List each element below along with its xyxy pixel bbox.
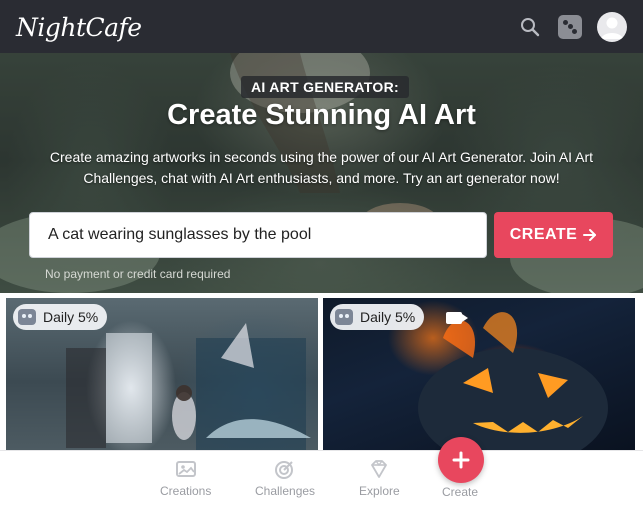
nav-explore-label: Explore bbox=[359, 484, 400, 498]
search-icon[interactable] bbox=[517, 14, 543, 40]
nav-create-label: Create bbox=[442, 485, 479, 499]
hero-banner: AI ART GENERATOR: Create Stunning AI Art… bbox=[0, 53, 643, 293]
nav-challenges-label: Challenges bbox=[255, 484, 316, 498]
hero-badge: AI ART GENERATOR: bbox=[241, 76, 409, 98]
creation-card[interactable]: Daily 5% bbox=[323, 298, 635, 450]
nav-creations-label: Creations bbox=[160, 484, 212, 498]
arrow-right-icon bbox=[583, 229, 597, 241]
daily-badge: Daily 5% bbox=[13, 304, 108, 330]
hero-subtitle: Create amazing artworks in seconds using… bbox=[49, 149, 594, 186]
plus-icon bbox=[452, 451, 470, 469]
nav-create[interactable]: Create bbox=[442, 485, 478, 499]
dice-icon[interactable] bbox=[557, 14, 583, 40]
header-actions bbox=[517, 11, 627, 42]
video-icon bbox=[446, 312, 468, 324]
image-icon bbox=[175, 461, 196, 477]
robot-icon bbox=[18, 309, 36, 325]
create-fab[interactable] bbox=[438, 437, 484, 483]
diamond-icon bbox=[371, 460, 388, 478]
daily-badge: Daily 5% bbox=[330, 304, 425, 330]
no-payment-note: No payment or credit card required bbox=[45, 267, 231, 281]
robot-icon bbox=[335, 309, 353, 325]
create-button[interactable]: CREATE bbox=[494, 212, 613, 258]
nav-explore[interactable]: Explore bbox=[359, 459, 400, 498]
target-icon bbox=[275, 461, 294, 479]
bottom-nav: Creations Challenges Explore Create bbox=[0, 450, 643, 508]
top-bar: NightCafe bbox=[0, 0, 643, 53]
create-button-label: CREATE bbox=[509, 226, 578, 243]
nightcafe-logo[interactable]: NightCafe bbox=[16, 13, 142, 42]
nav-challenges[interactable]: Challenges bbox=[255, 459, 315, 498]
user-avatar[interactable] bbox=[597, 11, 627, 42]
daily-badge-label: Daily 5% bbox=[360, 309, 416, 325]
nav-creations[interactable]: Creations bbox=[160, 459, 211, 498]
creation-card[interactable]: Daily 5% bbox=[6, 298, 318, 450]
hero-title: Create Stunning AI Art bbox=[167, 99, 476, 131]
daily-badge-label: Daily 5% bbox=[43, 309, 99, 325]
prompt-input[interactable] bbox=[29, 212, 487, 258]
